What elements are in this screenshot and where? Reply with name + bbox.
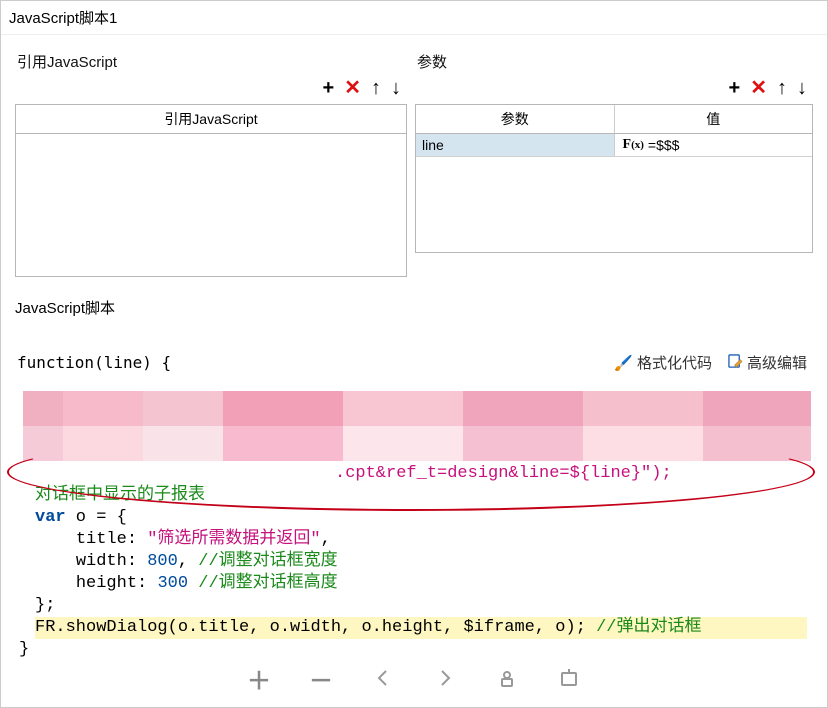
import-js-grid-body[interactable] xyxy=(16,134,406,276)
params-grid-header: 参数 值 xyxy=(416,105,812,134)
move-down-button[interactable]: ↓ xyxy=(797,78,807,98)
param-name-cell[interactable]: line xyxy=(416,134,615,156)
zoom-out-button[interactable]: － xyxy=(304,665,338,691)
params-col-value: 值 xyxy=(615,105,813,133)
import-js-header: 引用JavaScript xyxy=(15,45,407,78)
move-up-button[interactable]: ↑ xyxy=(371,78,381,98)
import-js-col-header: 引用JavaScript xyxy=(16,105,406,133)
table-row[interactable]: line F(x) =$$$ xyxy=(416,134,812,157)
bottom-toolbar: ＋ － xyxy=(1,663,827,691)
code-line: FR.showDialog(o.title, o.width, o.height… xyxy=(35,617,807,639)
format-actions: 🖌️ 格式化代码 高级编辑 xyxy=(614,352,807,373)
code-line: }; xyxy=(35,595,807,617)
brush-icon: 🖌️ xyxy=(614,354,633,372)
remove-button[interactable]: ✕ xyxy=(344,78,361,98)
code-editor[interactable]: .cpt&ref_t=design&line=${line}"); 对话框中显示… xyxy=(15,389,813,663)
params-grid-body: line F(x) =$$$ xyxy=(416,134,812,252)
script-label: JavaScript脚本 xyxy=(15,297,813,318)
advanced-edit-link[interactable]: 高级编辑 xyxy=(728,352,807,373)
move-up-button[interactable]: ↑ xyxy=(777,78,787,98)
script-section: JavaScript脚本 function(line) { 🖌️ 格式化代码 高… xyxy=(1,287,827,663)
import-js-grid[interactable]: 引用JavaScript xyxy=(15,104,407,277)
code-line: width: 800, //调整对话框宽度 xyxy=(35,551,807,573)
import-js-grid-header: 引用JavaScript xyxy=(16,105,406,134)
add-button[interactable]: + xyxy=(323,78,335,98)
params-grid[interactable]: 参数 值 line F(x) =$$$ xyxy=(415,104,813,253)
params-label: 参数 xyxy=(417,51,447,72)
param-value-text: =$$$ xyxy=(648,137,680,153)
code-line: height: 300 //调整对话框高度 xyxy=(35,573,807,595)
edit-icon xyxy=(728,354,743,372)
tool-button-1[interactable] xyxy=(490,665,524,691)
next-button[interactable] xyxy=(428,665,462,691)
remove-button[interactable]: ✕ xyxy=(750,78,767,98)
function-signature-row: function(line) { 🖌️ 格式化代码 高级编辑 xyxy=(15,348,813,389)
prev-button[interactable] xyxy=(366,665,400,691)
redacted-region xyxy=(23,391,811,461)
import-js-label: 引用JavaScript xyxy=(17,51,117,72)
formula-icon[interactable]: F(x) xyxy=(621,137,648,153)
params-panel: 参数 + ✕ ↑ ↓ 参数 值 line F(x) xyxy=(411,35,817,287)
code-line: title: "筛选所需数据并返回", xyxy=(35,529,807,551)
import-js-toolbar: + ✕ ↑ ↓ xyxy=(15,78,407,104)
function-signature: function(line) { xyxy=(17,353,171,372)
tool-button-2[interactable] xyxy=(552,665,586,691)
import-js-panel: 引用JavaScript + ✕ ↑ ↓ 引用JavaScript xyxy=(11,35,411,287)
code-line: 对话框中显示的子报表 xyxy=(35,485,807,507)
code-line: } xyxy=(35,639,807,661)
params-header: 参数 xyxy=(415,45,813,78)
window-title: JavaScript脚本1 xyxy=(1,1,827,35)
params-toolbar: + ✕ ↑ ↓ xyxy=(415,78,813,104)
dialog-window: JavaScript脚本1 引用JavaScript + ✕ ↑ ↓ 引用Jav… xyxy=(0,0,828,708)
code-line: .cpt&ref_t=design&line=${line}"); xyxy=(35,463,807,485)
zoom-in-button[interactable]: ＋ xyxy=(242,665,276,691)
params-col-name: 参数 xyxy=(416,105,615,133)
param-value-cell[interactable]: F(x) =$$$ xyxy=(615,134,813,156)
code-line: var o = { xyxy=(35,507,807,529)
upper-panels: 引用JavaScript + ✕ ↑ ↓ 引用JavaScript 参数 + xyxy=(1,35,827,287)
move-down-button[interactable]: ↓ xyxy=(391,78,401,98)
format-code-link[interactable]: 🖌️ 格式化代码 xyxy=(614,352,712,373)
add-button[interactable]: + xyxy=(729,78,741,98)
